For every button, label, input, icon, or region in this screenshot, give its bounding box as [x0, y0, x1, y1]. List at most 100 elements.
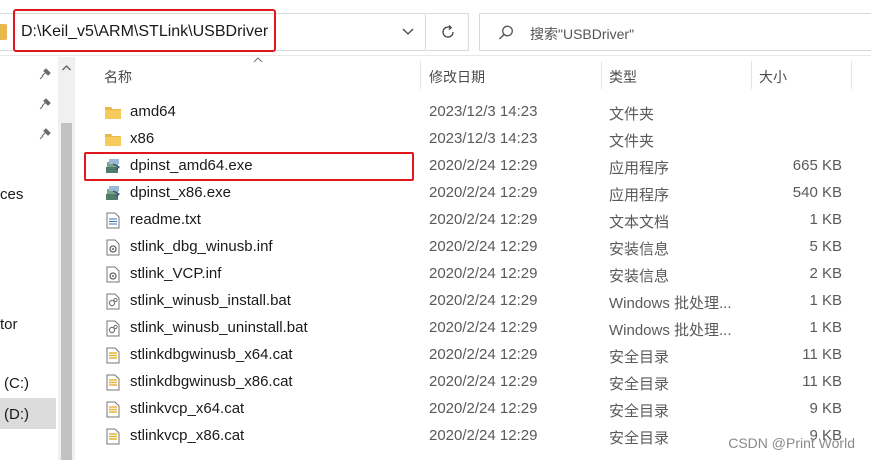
installer-exe-icon [104, 185, 122, 202]
file-type: 安装信息 [609, 241, 670, 258]
nav-item-label[interactable]: ces [0, 186, 23, 203]
file-type: 安全目录 [609, 349, 670, 366]
watermark: CSDN @Print World [728, 435, 855, 451]
nav-item-drive-c[interactable]: (C:) [4, 375, 29, 392]
column-header-name[interactable]: 名称 [104, 67, 132, 87]
file-name: amd64 [130, 103, 176, 120]
file-type: 文件夹 [609, 106, 655, 123]
inf-file-icon [104, 239, 122, 256]
chevron-down-icon[interactable] [401, 24, 415, 38]
column-header-date[interactable]: 修改日期 [429, 67, 485, 87]
file-size: 9 KB [809, 400, 842, 417]
file-list: amd64 2023/12/3 14:23 文件夹 x86 2023/12/3 14:2… [83, 99, 871, 450]
file-size: 540 KB [792, 184, 842, 201]
refresh-button[interactable] [427, 13, 469, 51]
folder-icon [104, 131, 122, 148]
file-modified-date: 2020/2/24 12:29 [429, 292, 538, 309]
file-row[interactable]: stlinkdbgwinusb_x86.cat 2020/2/24 12:29 安全… [83, 369, 871, 396]
file-row[interactable]: dpinst_x86.exe 2020/2/24 12:29 应用程序 540 KB [83, 180, 871, 207]
nav-item-drive-d[interactable]: (D:) [4, 406, 29, 423]
installer-exe-icon [104, 158, 122, 175]
file-row[interactable]: dpinst_amd64.exe 2020/2/24 12:29 应用程序 665 K… [83, 153, 871, 180]
file-modified-date: 2020/2/24 12:29 [429, 373, 538, 390]
file-type: 应用程序 [609, 187, 670, 204]
file-type: Windows 批处理... [609, 295, 732, 312]
pin-icon[interactable] [38, 127, 52, 141]
column-divider[interactable] [420, 61, 421, 89]
file-modified-date: 2020/2/24 12:29 [429, 319, 538, 336]
file-modified-date: 2023/12/3 14:23 [429, 130, 538, 147]
search-input[interactable]: 搜索"USBDriver" [530, 24, 634, 44]
file-name: stlinkvcp_x86.cat [130, 427, 245, 444]
file-type: 安全目录 [609, 403, 670, 420]
search-box[interactable]: 搜索"USBDriver" [479, 13, 871, 51]
file-modified-date: 2020/2/24 12:29 [429, 427, 538, 444]
folder-icon [0, 24, 7, 40]
batch-file-icon [104, 320, 122, 337]
column-header-size[interactable]: 大小 [759, 67, 787, 87]
file-size: 11 KB [802, 373, 842, 390]
file-modified-date: 2020/2/24 12:29 [429, 400, 538, 417]
file-size: 1 KB [809, 292, 842, 309]
file-name: dpinst_x86.exe [130, 184, 231, 201]
file-type: 安全目录 [609, 376, 670, 393]
file-modified-date: 2020/2/24 12:29 [429, 238, 538, 255]
file-row[interactable]: readme.txt 2020/2/24 12:29 文本文档 1 KB [83, 207, 871, 234]
file-name: stlinkvcp_x64.cat [130, 400, 245, 417]
security-catalog-icon [104, 347, 122, 364]
file-modified-date: 2020/2/24 12:29 [429, 211, 538, 228]
file-row[interactable]: stlink_VCP.inf 2020/2/24 12:29 安装信息 2 KB [83, 261, 871, 288]
column-header-type[interactable]: 类型 [609, 67, 637, 87]
file-type: 应用程序 [609, 160, 670, 177]
column-header-row: 名称 修改日期 类型 大小 [0, 63, 871, 87]
column-divider[interactable] [851, 61, 852, 89]
file-type: 文本文档 [609, 214, 670, 231]
file-row[interactable]: stlinkvcp_x64.cat 2020/2/24 12:29 安全目录 9 KB [83, 396, 871, 423]
column-divider[interactable] [751, 61, 752, 89]
file-name: x86 [130, 130, 155, 147]
column-divider[interactable] [601, 61, 602, 89]
file-name: stlink_winusb_install.bat [130, 292, 291, 309]
security-catalog-icon [104, 374, 122, 391]
file-size: 665 KB [792, 157, 842, 174]
file-size: 1 KB [809, 211, 842, 228]
file-size: 1 KB [809, 319, 842, 336]
file-type: 安全目录 [609, 430, 670, 447]
nav-item-label[interactable]: tor [0, 316, 18, 333]
search-icon [499, 25, 513, 40]
file-name: stlink_VCP.inf [130, 265, 222, 282]
file-type: 文件夹 [609, 133, 655, 150]
file-row[interactable]: x86 2023/12/3 14:23 文件夹 [83, 126, 871, 153]
file-size: 5 KB [809, 238, 842, 255]
batch-file-icon [104, 293, 122, 310]
file-row[interactable]: stlink_winusb_uninstall.bat 2020/2/24 12:… [83, 315, 871, 342]
file-name: stlinkdbgwinusb_x86.cat [130, 373, 293, 390]
file-modified-date: 2023/12/3 14:23 [429, 103, 538, 120]
file-name: readme.txt [130, 211, 201, 228]
file-row[interactable]: amd64 2023/12/3 14:23 文件夹 [83, 99, 871, 126]
file-modified-date: 2020/2/24 12:29 [429, 184, 538, 201]
navigation-pane: ces tor (C:) (D:) [0, 57, 58, 460]
file-type: Windows 批处理... [609, 322, 732, 339]
address-path[interactable]: D:\Keil_v5\ARM\STLink\USBDriver [21, 23, 268, 41]
file-modified-date: 2020/2/24 12:29 [429, 157, 538, 174]
file-size: 2 KB [809, 265, 842, 282]
file-size: 11 KB [802, 346, 842, 363]
file-modified-date: 2020/2/24 12:29 [429, 265, 538, 282]
file-row[interactable]: stlinkdbgwinusb_x64.cat 2020/2/24 12:29 安全… [83, 342, 871, 369]
file-name: dpinst_amd64.exe [130, 157, 253, 174]
address-bar[interactable]: D:\Keil_v5\ARM\STLink\USBDriver [0, 13, 426, 51]
scrollbar-thumb[interactable] [61, 123, 72, 460]
file-row[interactable]: stlink_winusb_install.bat 2020/2/24 12:29… [83, 288, 871, 315]
file-name: stlink_dbg_winusb.inf [130, 238, 273, 255]
pin-icon[interactable] [38, 97, 52, 111]
inf-file-icon [104, 266, 122, 283]
security-catalog-icon [104, 428, 122, 445]
file-name: stlink_winusb_uninstall.bat [130, 319, 308, 336]
nav-scrollbar[interactable] [58, 57, 75, 460]
text-file-icon [104, 212, 122, 229]
file-name: stlinkdbgwinusb_x64.cat [130, 346, 293, 363]
folder-icon [104, 104, 122, 121]
file-row[interactable]: stlink_dbg_winusb.inf 2020/2/24 12:29 安装信息… [83, 234, 871, 261]
file-modified-date: 2020/2/24 12:29 [429, 346, 538, 363]
